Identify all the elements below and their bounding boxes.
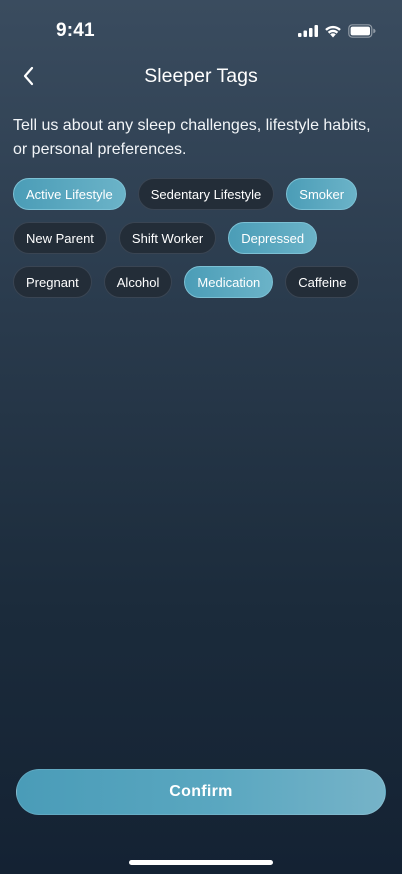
tag-chip[interactable]: Sedentary Lifestyle	[137, 178, 275, 210]
chevron-left-icon	[23, 66, 34, 86]
tag-label: Shift Worker	[131, 230, 204, 246]
wifi-icon	[325, 25, 341, 38]
signal-icon	[298, 25, 318, 37]
page-title: Sleeper Tags	[144, 64, 258, 87]
back-button[interactable]	[14, 61, 44, 91]
tag-label: Medication	[197, 274, 261, 290]
tag-label: New Parent	[26, 230, 94, 246]
tag-label: Alcohol	[116, 274, 160, 290]
header: Sleeper Tags	[0, 58, 402, 94]
tag-label: Active Lifestyle	[26, 186, 113, 202]
tag-chip[interactable]: Medication	[184, 266, 274, 298]
tag-chip[interactable]: Shift Worker	[118, 222, 217, 254]
tag-label: Caffeine	[298, 274, 347, 290]
tag-chip[interactable]: Smoker	[286, 178, 358, 210]
description-text: Tell us about any sleep challenges, life…	[13, 117, 371, 158]
home-indicator	[129, 860, 273, 865]
status-bar: 9:41	[0, 0, 402, 54]
tag-label: Pregnant	[26, 274, 79, 290]
status-icons	[298, 24, 376, 38]
tag-label: Smoker	[299, 186, 345, 202]
tag-label: Sedentary Lifestyle	[150, 186, 262, 202]
tags-container: Active Lifestyle Sedentary Lifestyle Smo…	[13, 178, 390, 298]
battery-icon	[348, 24, 376, 38]
status-time: 9:41	[56, 20, 95, 41]
tag-chip[interactable]: Alcohol	[103, 266, 173, 298]
tag-chip[interactable]: Depressed	[228, 222, 318, 254]
tag-chip[interactable]: Caffeine	[285, 266, 360, 298]
confirm-button[interactable]: Confirm	[16, 769, 386, 815]
tag-label: Depressed	[241, 230, 305, 246]
tag-chip[interactable]: Pregnant	[13, 266, 92, 298]
tag-chip[interactable]: Active Lifestyle	[13, 178, 126, 210]
tag-chip[interactable]: New Parent	[13, 222, 107, 254]
